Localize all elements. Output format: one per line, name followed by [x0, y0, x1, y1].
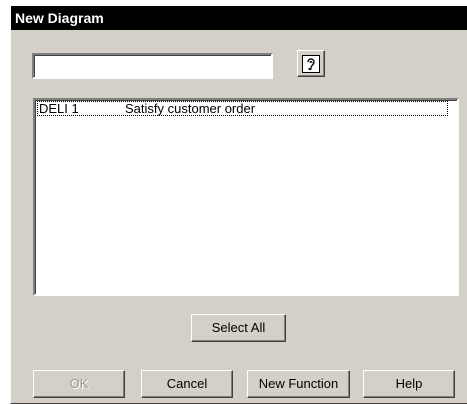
dialog-title: New Diagram	[11, 6, 467, 30]
new-function-button[interactable]: New Function	[247, 370, 350, 398]
new-diagram-dialog: New Diagram DELI 1 Satisfy customer orde…	[10, 6, 467, 404]
help-ear-icon	[302, 54, 320, 73]
help-button[interactable]: Help	[363, 370, 455, 398]
list-item[interactable]: DELI 1 Satisfy customer order	[37, 101, 448, 116]
function-list[interactable]: DELI 1 Satisfy customer order	[33, 98, 459, 296]
search-input[interactable]	[32, 53, 273, 79]
list-item-id: DELI 1	[39, 101, 79, 116]
ok-button[interactable]: OK	[33, 370, 125, 398]
select-all-button[interactable]: Select All	[191, 314, 286, 342]
cancel-button[interactable]: Cancel	[141, 370, 233, 398]
list-item-description: Satisfy customer order	[125, 101, 256, 116]
help-icon-button[interactable]	[297, 50, 325, 77]
